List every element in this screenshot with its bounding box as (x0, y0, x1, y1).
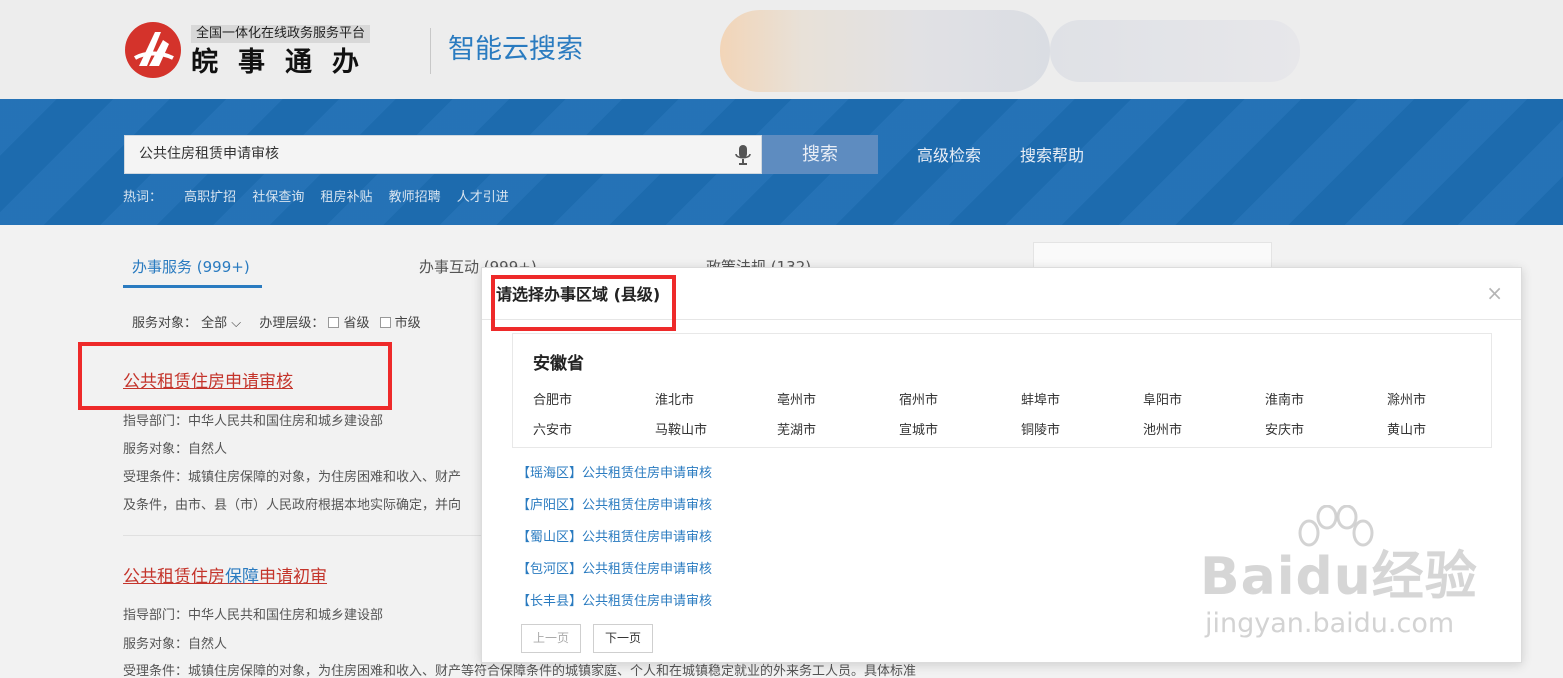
hot-word[interactable]: 高职扩招 (184, 190, 236, 205)
result-target: 服务对象：自然人 (123, 442, 228, 457)
header-divider (430, 28, 431, 74)
logo-tagline: 全国一体化在线政务服务平台 (191, 25, 371, 43)
city-item[interactable]: 蚌埠市 (1021, 393, 1060, 409)
city-item[interactable]: 芜湖市 (777, 423, 816, 439)
blurred-region-2 (1050, 20, 1300, 82)
filter-bar: 服务对象： 全部 ⌵ 办理层级： 省级 市级 (132, 315, 421, 333)
next-page-button[interactable]: 下一页 (593, 624, 653, 653)
result-divider (123, 535, 483, 536)
microphone-icon[interactable] (735, 144, 751, 166)
result-title-link[interactable]: 公共租赁住房保障申请初审 (123, 565, 327, 589)
prev-page-button[interactable]: 上一页 (521, 624, 581, 653)
active-tab-indicator (123, 285, 262, 288)
city-item[interactable]: 马鞍山市 (655, 423, 707, 439)
city-item[interactable]: 淮北市 (655, 393, 694, 409)
service-link[interactable]: 【瑶海区】公共租赁住房申请审核 (517, 466, 712, 482)
site-header: 全国一体化在线政务服务平台 皖事通办 智能云搜索 (0, 0, 1563, 99)
region-list: 安徽省 合肥市 淮北市 亳州市 宿州市 蚌埠市 阜阳市 淮南市 滁州市 六安市 … (512, 333, 1492, 448)
watermark-url: jingyan.baidu.com (1205, 608, 1455, 639)
chevron-down-icon: ⌵ (227, 316, 242, 331)
logo-icon[interactable] (125, 22, 181, 78)
province-label: 安徽省 (533, 354, 584, 374)
result-condition: 及条件，由市、县（市）人民政府根据本地实际确定，并向 (123, 498, 462, 513)
city-item[interactable]: 亳州市 (777, 393, 816, 409)
city-item[interactable]: 安庆市 (1265, 423, 1304, 439)
result-tabs: 办事服务 (999+) 办事互动 (999+) 政策法规 (132) (123, 253, 811, 291)
close-icon[interactable]: × (1486, 282, 1503, 304)
city-item[interactable]: 铜陵市 (1021, 423, 1060, 439)
city-item[interactable]: 淮南市 (1265, 393, 1304, 409)
result-condition: 受理条件：城镇住房保障的对象，为住房困难和收入、财产等符合保障条件的城镇家庭、个… (123, 664, 917, 678)
result-title-part: 申请初审 (259, 567, 327, 587)
service-link[interactable]: 【庐阳区】公共租赁住房申请审核 (517, 498, 712, 514)
result-condition: 受理条件：城镇住房保障的对象，为住房困难和收入、财产 (123, 470, 462, 485)
filter-target-label: 服务对象： (132, 316, 198, 331)
level-city-checkbox[interactable]: 市级 (379, 316, 421, 331)
cloud-search-title: 智能云搜索 (448, 34, 583, 65)
service-link[interactable]: 【包河区】公共租赁住房申请审核 (517, 562, 712, 578)
city-item[interactable]: 宣城市 (899, 423, 938, 439)
highlight-frame (491, 275, 676, 331)
hot-words-label: 热词： (123, 190, 163, 205)
hot-word[interactable]: 租房补贴 (320, 190, 372, 205)
result-title-part: 公共租赁住房 (123, 567, 225, 587)
result-title-part: 保障 (225, 567, 259, 587)
tab-service[interactable]: 办事服务 (999+) (132, 257, 250, 277)
level-city-label: 市级 (394, 316, 421, 331)
result-target: 服务对象：自然人 (123, 637, 228, 652)
result-dept: 指导部门：中华人民共和国住房和城乡建设部 (123, 608, 384, 623)
search-input[interactable]: 公共住房租赁申请审核 (124, 135, 762, 174)
search-button[interactable]: 搜索 (762, 135, 878, 174)
hot-word[interactable]: 社保查询 (252, 190, 304, 205)
service-link[interactable]: 【长丰县】公共租赁住房申请审核 (517, 594, 712, 610)
city-item[interactable]: 池州市 (1143, 423, 1182, 439)
service-link[interactable]: 【蜀山区】公共租赁住房申请审核 (517, 530, 712, 546)
level-province-checkbox[interactable]: 省级 (328, 316, 369, 331)
search-query: 公共住房租赁申请审核 (139, 146, 279, 162)
city-item[interactable]: 黄山市 (1387, 423, 1426, 439)
filter-level-label: 办理层级： (259, 316, 325, 331)
hot-words: 热词： 高职扩招 社保查询 租房补贴 教师招聘 人才引进 (123, 190, 521, 206)
baidu-watermark: Baidu经验 jingyan.baidu.com (1200, 505, 1490, 655)
result-dept: 指导部门：中华人民共和国住房和城乡建设部 (123, 414, 384, 429)
level-province-label: 省级 (343, 316, 370, 331)
city-item[interactable]: 六安市 (533, 423, 572, 439)
filter-target-value: 全部 (201, 316, 228, 331)
hot-word[interactable]: 人才引进 (457, 190, 509, 205)
filter-target-select[interactable]: 全部 ⌵ (201, 316, 241, 331)
city-item[interactable]: 宿州市 (899, 393, 938, 409)
city-item[interactable]: 滁州市 (1387, 393, 1426, 409)
city-item[interactable]: 合肥市 (533, 393, 572, 409)
search-help-link[interactable]: 搜索帮助 (1020, 146, 1084, 166)
highlight-frame (78, 342, 392, 410)
city-item[interactable]: 阜阳市 (1143, 393, 1182, 409)
hot-word[interactable]: 教师招聘 (389, 190, 441, 205)
blurred-region (720, 10, 1050, 92)
advanced-search-link[interactable]: 高级检索 (917, 146, 981, 166)
logo-title[interactable]: 皖事通办 (191, 45, 379, 81)
watermark-text: Baidu经验 (1200, 547, 1478, 607)
